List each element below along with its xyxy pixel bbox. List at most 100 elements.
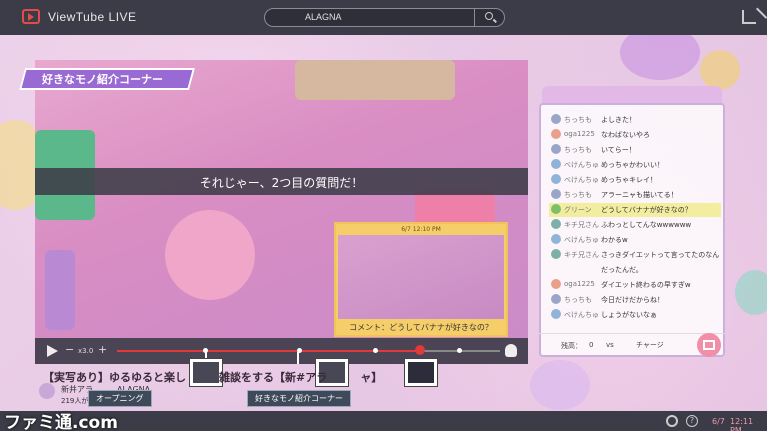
deco-blob bbox=[700, 50, 740, 90]
chat-user: ちっちも bbox=[564, 146, 592, 154]
chat-avatar bbox=[551, 129, 561, 139]
caption-bar: それじゃー、2つ目の質問だ！ bbox=[35, 168, 528, 195]
preview-thumbnail bbox=[338, 235, 504, 319]
deco-blob bbox=[735, 270, 767, 315]
watermark: ファミ通.com bbox=[4, 413, 118, 431]
chapter-label-favorites[interactable]: 好きなモノ紹介コーナー bbox=[247, 390, 351, 407]
deco-blob bbox=[530, 360, 590, 410]
channel-avatar[interactable] bbox=[39, 383, 55, 399]
chat-avatar bbox=[551, 144, 561, 154]
chat-user: グリーン bbox=[564, 206, 592, 214]
chat-avatar bbox=[551, 219, 561, 229]
chat-message[interactable]: だったんだ。 bbox=[549, 263, 721, 277]
video-title: 【実写あり】ゆるゆると楽し 雑談をする【新#アラ ャ】 bbox=[43, 371, 383, 384]
chapter-thumbnail[interactable] bbox=[405, 359, 437, 386]
chat-text: よしきた！ bbox=[601, 116, 636, 124]
chat-user: べけんちゅ bbox=[564, 236, 599, 244]
viewer-count: 219人が bbox=[61, 397, 89, 405]
chat-text: さっきダイエットって言ってたのなん bbox=[601, 251, 720, 259]
chat-user: ちっちも bbox=[564, 191, 592, 199]
chat-text: ダイエット終わるの早すぎw bbox=[601, 281, 691, 289]
skull-icon[interactable] bbox=[505, 344, 517, 357]
chat-user: キチ兄さん bbox=[564, 251, 599, 259]
chat-message[interactable]: oga1225 ダイエット終わるの早すぎw bbox=[549, 278, 721, 292]
chat-user: べけんちゅ bbox=[564, 311, 599, 319]
chat-text: なわばないやろ bbox=[601, 131, 650, 139]
chapter-tick bbox=[297, 352, 299, 364]
chat-message[interactable]: べけんちゅ しょうがないなぁ bbox=[549, 308, 721, 322]
chat-header bbox=[542, 86, 722, 104]
chat-message[interactable]: oga1225 なわばないやろ bbox=[549, 128, 721, 142]
chat-avatar bbox=[551, 264, 561, 274]
seek-preview: 6/7 12:10 PM コメント：どうしてバナナが好きなの？ bbox=[334, 222, 508, 337]
chapter-label-opening[interactable]: オープニング bbox=[88, 390, 152, 407]
chapter-marker[interactable] bbox=[457, 348, 462, 353]
chat-user: べけんちゅ bbox=[564, 176, 599, 184]
chat-avatar bbox=[551, 309, 561, 319]
chat-text: どうしてバナナが好きなの？ bbox=[601, 206, 692, 214]
gift-icon bbox=[703, 340, 715, 350]
balance-value: 0 bbox=[589, 341, 594, 349]
exit-fullscreen-icon[interactable] bbox=[742, 10, 756, 24]
chat-avatar bbox=[551, 204, 561, 214]
chat-text: めっちゃかわいい！ bbox=[601, 161, 664, 169]
balance-unit: vs bbox=[606, 341, 614, 349]
play-logo-icon[interactable] bbox=[22, 9, 40, 24]
chat-avatar bbox=[551, 279, 561, 289]
chat-user: べけんちゅ bbox=[564, 161, 599, 169]
chat-text: ふわっとしてんなwwwwww bbox=[601, 221, 692, 229]
playback-speed: x3.0 bbox=[78, 347, 94, 355]
chat-text: 今日だけだからね！ bbox=[601, 296, 664, 304]
balance-label: 残高： bbox=[561, 342, 582, 350]
preview-time: 6/7 12:10 PM bbox=[401, 226, 441, 233]
date: 6/7 bbox=[712, 417, 725, 426]
player-controls: − x3.0 + bbox=[35, 338, 528, 364]
search-input[interactable]: ALAGNA bbox=[264, 8, 505, 27]
chat-user: oga1225 bbox=[564, 280, 595, 288]
play-icon[interactable] bbox=[47, 345, 58, 357]
chat-user: キチ兄さん bbox=[564, 221, 599, 229]
chat-text: だったんだ。 bbox=[601, 266, 643, 274]
chat-text: いてらー！ bbox=[601, 146, 636, 154]
chat-message[interactable]: ちっちも いてらー！ bbox=[549, 143, 721, 157]
chat-avatar bbox=[551, 159, 561, 169]
chat-user: oga1225 bbox=[564, 130, 595, 138]
chat-message[interactable]: キチ兄さん さっきダイエットって言ってたのなん bbox=[549, 248, 721, 262]
chat-message[interactable]: ちっちも 今日だけだからね！ bbox=[549, 293, 721, 307]
chat-message[interactable]: べけんちゅ めっちゃかわいい！ bbox=[549, 158, 721, 172]
video-prop bbox=[165, 210, 255, 300]
chat-message[interactable]: ちっちも よしきた！ bbox=[549, 113, 721, 127]
chat-message[interactable]: べけんちゅ わかるw bbox=[549, 233, 721, 247]
chat-user: ちっちも bbox=[564, 296, 592, 304]
settings-icon[interactable] bbox=[666, 415, 678, 427]
charge-button[interactable]: チャージ bbox=[636, 340, 664, 350]
chat-avatar bbox=[551, 249, 561, 259]
gift-button[interactable] bbox=[697, 333, 721, 357]
chat-avatar bbox=[551, 189, 561, 199]
search-value: ALAGNA bbox=[305, 12, 342, 22]
chat-text: アラーニャも描いてる！ bbox=[601, 191, 678, 199]
chat-text: めっちゃキレイ！ bbox=[601, 176, 657, 184]
video-prop bbox=[45, 250, 75, 330]
video-prop bbox=[295, 60, 455, 100]
clock: 12:11 PM bbox=[730, 417, 754, 431]
chat-avatar bbox=[551, 234, 561, 244]
chat-message[interactable]: グリーン どうしてバナナが好きなの？ bbox=[549, 203, 721, 217]
speed-down-button[interactable]: − bbox=[65, 343, 74, 356]
chat-message[interactable]: ちっちも アラーニャも描いてる！ bbox=[549, 188, 721, 202]
chapter-marker[interactable] bbox=[373, 348, 378, 353]
chat-panel: ちっちも よしきた！ oga1225 なわばないやろ ちっちも いてらー！ べけんちゅ めっち… bbox=[539, 103, 725, 357]
chat-avatar bbox=[551, 114, 561, 124]
chat-message[interactable]: べけんちゅ めっちゃキレイ！ bbox=[549, 173, 721, 187]
app-title[interactable]: ViewTube LIVE bbox=[48, 10, 137, 24]
seek-knob[interactable] bbox=[415, 345, 425, 355]
speed-up-button[interactable]: + bbox=[98, 343, 107, 356]
preview-caption: コメント：どうしてバナナが好きなの？ bbox=[349, 323, 493, 332]
search-icon bbox=[485, 12, 493, 20]
chat-text: わかるw bbox=[601, 236, 628, 244]
caption-text: それじゃー、2つ目の質問だ！ bbox=[199, 176, 364, 190]
help-icon[interactable]: ? bbox=[686, 415, 698, 427]
top-bar: ViewTube LIVE ALAGNA bbox=[0, 0, 767, 35]
search-button[interactable] bbox=[474, 9, 504, 26]
chat-message[interactable]: キチ兄さん ふわっとしてんなwwwwww bbox=[549, 218, 721, 232]
